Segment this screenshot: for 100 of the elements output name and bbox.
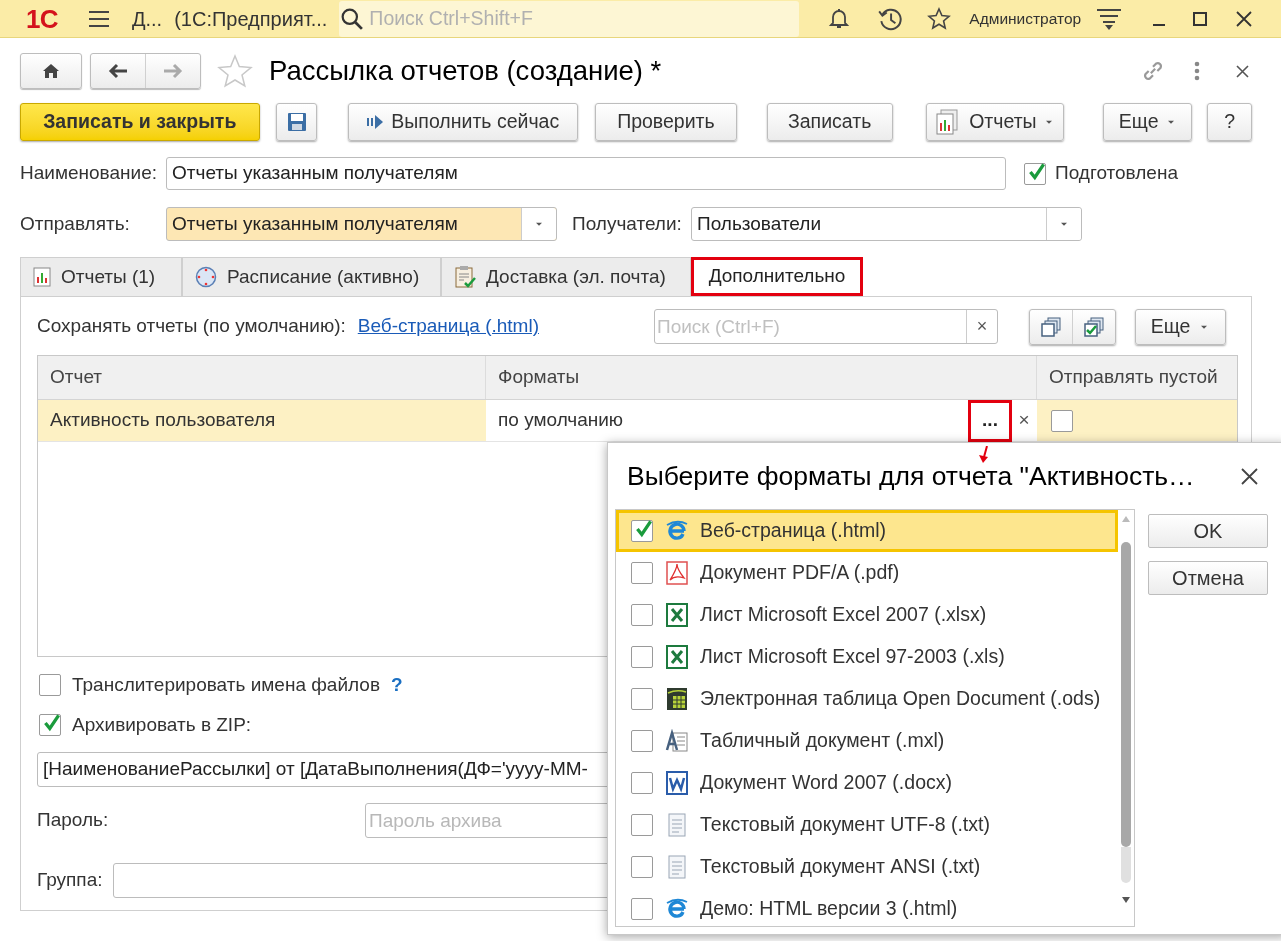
- spreadsheet-icon: [665, 687, 689, 711]
- checkbox[interactable]: [1051, 409, 1073, 432]
- checkbox[interactable]: [631, 856, 653, 878]
- toolbar-button[interactable]: Записать: [766, 103, 893, 141]
- run-now-button[interactable]: Выполнить сейчас: [348, 103, 579, 141]
- search-icon: [341, 7, 364, 30]
- tab[interactable]: Отчеты (1): [20, 257, 182, 296]
- column-header[interactable]: Форматы: [486, 356, 1037, 399]
- form-title: Рассылка отчетов (создание) *: [269, 54, 662, 89]
- field-label: Получатели:: [572, 211, 683, 236]
- field-label: Пароль:: [37, 808, 110, 833]
- column-header[interactable]: Отчет: [38, 356, 486, 399]
- reports-button[interactable]: Отчеты: [925, 103, 1065, 141]
- tab[interactable]: Расписание (активно): [182, 257, 441, 296]
- close-icon[interactable]: [1236, 10, 1253, 27]
- name-field[interactable]: Отчеты указанным получателям: [166, 157, 1006, 190]
- checkbox[interactable]: [631, 562, 653, 584]
- pdf-document-icon: [665, 561, 689, 585]
- save-and-close-button[interactable]: Записать и закрыть: [20, 103, 260, 141]
- home-button[interactable]: [20, 53, 82, 89]
- close-icon[interactable]: [1241, 467, 1258, 485]
- checkbox[interactable]: [631, 814, 653, 836]
- e-letter-icon: [665, 897, 689, 921]
- checkbox[interactable]: [631, 604, 653, 626]
- play-icon: [367, 115, 384, 129]
- field-label: Наименование:: [20, 161, 158, 186]
- checkbox[interactable]: [631, 772, 653, 794]
- tab[interactable]: Дополнительно: [691, 257, 863, 296]
- list-item-label: Документ PDF/A (.pdf): [700, 560, 900, 586]
- app-logo[interactable]: 1С: [26, 5, 58, 32]
- maximize-icon[interactable]: [1192, 10, 1209, 27]
- stacked-squares-icon: [1040, 315, 1062, 338]
- list-item[interactable]: Текстовый документ UTF-8 (.txt): [616, 804, 1118, 846]
- ok-button[interactable]: OK: [1148, 514, 1268, 548]
- list-item-label: Лист Microsoft Excel 2007 (.xlsx): [700, 602, 987, 628]
- list-item-label: Веб-страница (.html): [700, 518, 886, 544]
- table-cell[interactable]: по умолчанию: [486, 406, 968, 435]
- checkbox-label: Подготовлена: [1055, 161, 1178, 186]
- close-icon[interactable]: [1236, 64, 1249, 78]
- tab[interactable]: Доставка (эл. почта): [441, 257, 691, 296]
- dropdown-field[interactable]: Отчеты указанным получателям: [166, 207, 557, 241]
- clear-button[interactable]: ×: [966, 310, 997, 343]
- chart-document-icon: [33, 267, 51, 287]
- list-item[interactable]: Документ PDF/A (.pdf): [616, 552, 1118, 594]
- checkbox[interactable]: [39, 674, 61, 696]
- list-item[interactable]: Текстовый документ ANSI (.txt): [616, 846, 1118, 888]
- checkbox[interactable]: [631, 730, 653, 752]
- choose-button[interactable]: ...: [968, 399, 1012, 442]
- checkbox-label: Транслитерировать имена файлов: [72, 672, 380, 697]
- more-icon[interactable]: [1194, 61, 1200, 81]
- column-header[interactable]: Отправлять пустой: [1037, 356, 1237, 399]
- format-link[interactable]: Веб-страница (.html): [357, 312, 539, 341]
- list-item-label: Текстовый документ UTF-8 (.txt): [700, 812, 990, 838]
- window-title[interactable]: Д...: [131, 3, 163, 34]
- cancel-button[interactable]: Отмена: [1148, 561, 1268, 595]
- list-item-label: Документ Word 2007 (.docx): [700, 770, 952, 796]
- scroll-up-icon[interactable]: [1122, 516, 1130, 522]
- list-item-label: Табличный документ (.mxl): [700, 728, 945, 754]
- list-item[interactable]: Электронная таблица Open Document (.ods): [616, 678, 1118, 720]
- list-item[interactable]: Документ Word 2007 (.docx): [616, 762, 1118, 804]
- more-button[interactable]: Еще: [1103, 103, 1193, 141]
- menu-icon[interactable]: [87, 9, 110, 28]
- more-button[interactable]: Еще: [1135, 308, 1226, 345]
- list-item[interactable]: Табличный документ (.mxl): [616, 720, 1118, 762]
- spreadsheet-x-icon: [665, 645, 689, 669]
- user-name[interactable]: Администратор: [969, 6, 1082, 31]
- e-letter-icon: [665, 519, 689, 543]
- checkbox[interactable]: [39, 714, 61, 736]
- clear-button[interactable]: ×: [1014, 406, 1034, 435]
- field-label: Отправлять:: [20, 211, 131, 236]
- save-button[interactable]: [275, 103, 318, 141]
- dropdown-field[interactable]: Пользователи: [691, 207, 1082, 241]
- window-title[interactable]: (1С:Предприят...: [174, 3, 328, 34]
- list-item[interactable]: Лист Microsoft Excel 97-2003 (.xls): [616, 636, 1118, 678]
- table-document-icon: [665, 729, 689, 753]
- list-item[interactable]: Демо: HTML версии 3 (.html): [616, 888, 1118, 926]
- stacked-checkboxes-icon: [1083, 315, 1105, 338]
- table-cell: Активность пользователя: [38, 400, 486, 441]
- field-label: Сохранять отчеты (по умолчанию):: [37, 314, 346, 339]
- list-item-label: Текстовый документ ANSI (.txt): [700, 854, 981, 880]
- clipboard-check-icon: [454, 265, 476, 289]
- list-item-label: Демо: HTML версии 3 (.html): [700, 896, 958, 922]
- checkbox[interactable]: [1024, 162, 1046, 185]
- toolbar-button[interactable]: ?: [1207, 103, 1252, 141]
- checkbox-label: Архивировать в ZIP:: [72, 712, 252, 737]
- text-document-icon: [665, 855, 689, 879]
- checkbox[interactable]: [631, 898, 653, 920]
- checkbox[interactable]: [631, 520, 653, 542]
- checkbox[interactable]: [631, 646, 653, 668]
- home-icon: [42, 63, 60, 79]
- toolbar-button[interactable]: Проверить: [595, 103, 737, 141]
- list-item[interactable]: Лист Microsoft Excel 2007 (.xlsx): [616, 594, 1118, 636]
- list-item[interactable]: Веб-страница (.html): [616, 510, 1118, 552]
- help-link[interactable]: ?: [391, 670, 403, 700]
- checkbox[interactable]: [631, 688, 653, 710]
- star-icon[interactable]: [927, 6, 952, 31]
- search-field[interactable]: Поиск Ctrl+Shift+F: [339, 0, 800, 37]
- annotation-arrow: [978, 446, 990, 463]
- bell-icon[interactable]: [827, 6, 852, 31]
- scrollbar-thumb[interactable]: [1121, 542, 1131, 847]
